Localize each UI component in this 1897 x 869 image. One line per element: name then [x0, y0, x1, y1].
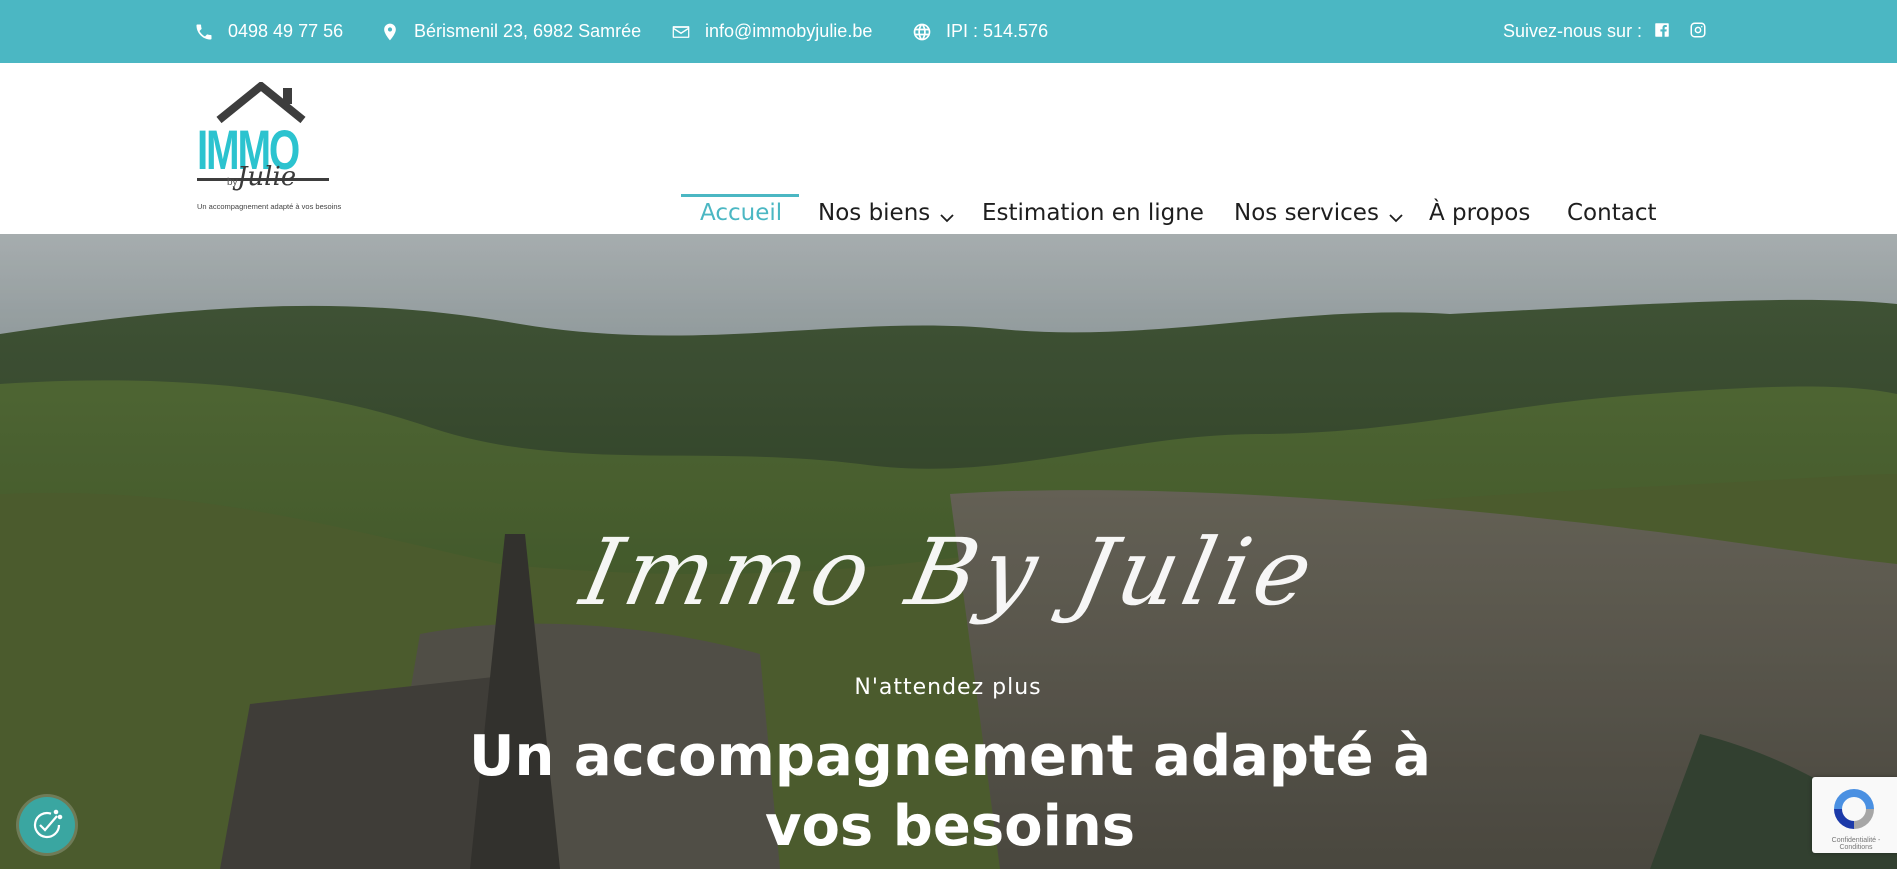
nav-item-label: Contact: [1567, 200, 1657, 226]
top-contact-bar: 0498 49 77 56 Bérismenil 23, 6982 Samrée…: [0, 0, 1897, 63]
recaptcha-links[interactable]: Confidentialité - Conditions: [1815, 837, 1897, 851]
nav-item-label: Accueil: [700, 200, 783, 226]
nav-item-a-propos[interactable]: À propos: [1429, 193, 1530, 233]
instagram-icon[interactable]: [1688, 20, 1708, 40]
nav-item-label: À propos: [1429, 200, 1531, 226]
chevron-down-icon: [1389, 203, 1403, 229]
nav-item-label: Nos biens: [818, 200, 931, 226]
nav-item-nos-biens[interactable]: Nos biens: [818, 193, 954, 233]
phone-contact[interactable]: 0498 49 77 56: [192, 0, 343, 63]
email-text: info@immobyjulie.be: [705, 21, 873, 41]
hero-banner: Immo By Julie N'attendez plus Un accompa…: [0, 234, 1897, 869]
phone-icon: [192, 20, 216, 44]
ipi-number: IPI : 514.576: [910, 0, 1048, 63]
nav-item-label: Estimation en ligne: [982, 200, 1204, 226]
hero-kicker: N'attendez plus: [854, 675, 1042, 700]
hero-heading: Un accompagnement adapté à vos besoins: [469, 724, 1431, 859]
nav-item-label: Nos services: [1234, 200, 1379, 226]
ipi-text: IPI : 514.576: [946, 21, 1049, 41]
globe-icon: [910, 20, 934, 44]
follow-label: Suivez-nous sur :: [1503, 0, 1642, 63]
recaptcha-badge[interactable]: Confidentialité - Conditions: [1812, 777, 1897, 853]
active-nav-underline: [681, 194, 799, 197]
cookie-consent-button[interactable]: [19, 797, 75, 853]
logo-by: by: [227, 177, 238, 188]
nav-item-accueil[interactable]: Accueil: [700, 193, 782, 233]
nav-item-nos-services[interactable]: Nos services: [1234, 193, 1403, 233]
envelope-icon: [669, 20, 693, 44]
recaptcha-icon: [1834, 789, 1874, 829]
cookie-check-icon: [33, 809, 63, 839]
logo-tagline: Un accompagnement adapté à vos besoins: [197, 202, 342, 211]
facebook-icon[interactable]: [1652, 20, 1672, 40]
chevron-down-icon: [940, 203, 954, 229]
email-contact[interactable]: info@immobyjulie.be: [669, 0, 872, 63]
map-pin-icon: [378, 20, 402, 44]
address-text: Bérismenil 23, 6982 Samrée: [414, 21, 642, 41]
follow-text: Suivez-nous sur :: [1503, 21, 1643, 41]
nav-item-estimation[interactable]: Estimation en ligne: [982, 193, 1204, 233]
phone-text: 0498 49 77 56: [228, 21, 344, 41]
site-logo[interactable]: IMMO by Julie Un accompagnement adapté à…: [197, 82, 341, 212]
nav-item-contact[interactable]: Contact: [1567, 193, 1656, 233]
hero-script-title: Immo By Julie: [572, 519, 1328, 626]
logo-name: Julie: [237, 162, 297, 192]
address-contact[interactable]: Bérismenil 23, 6982 Samrée: [378, 0, 641, 63]
